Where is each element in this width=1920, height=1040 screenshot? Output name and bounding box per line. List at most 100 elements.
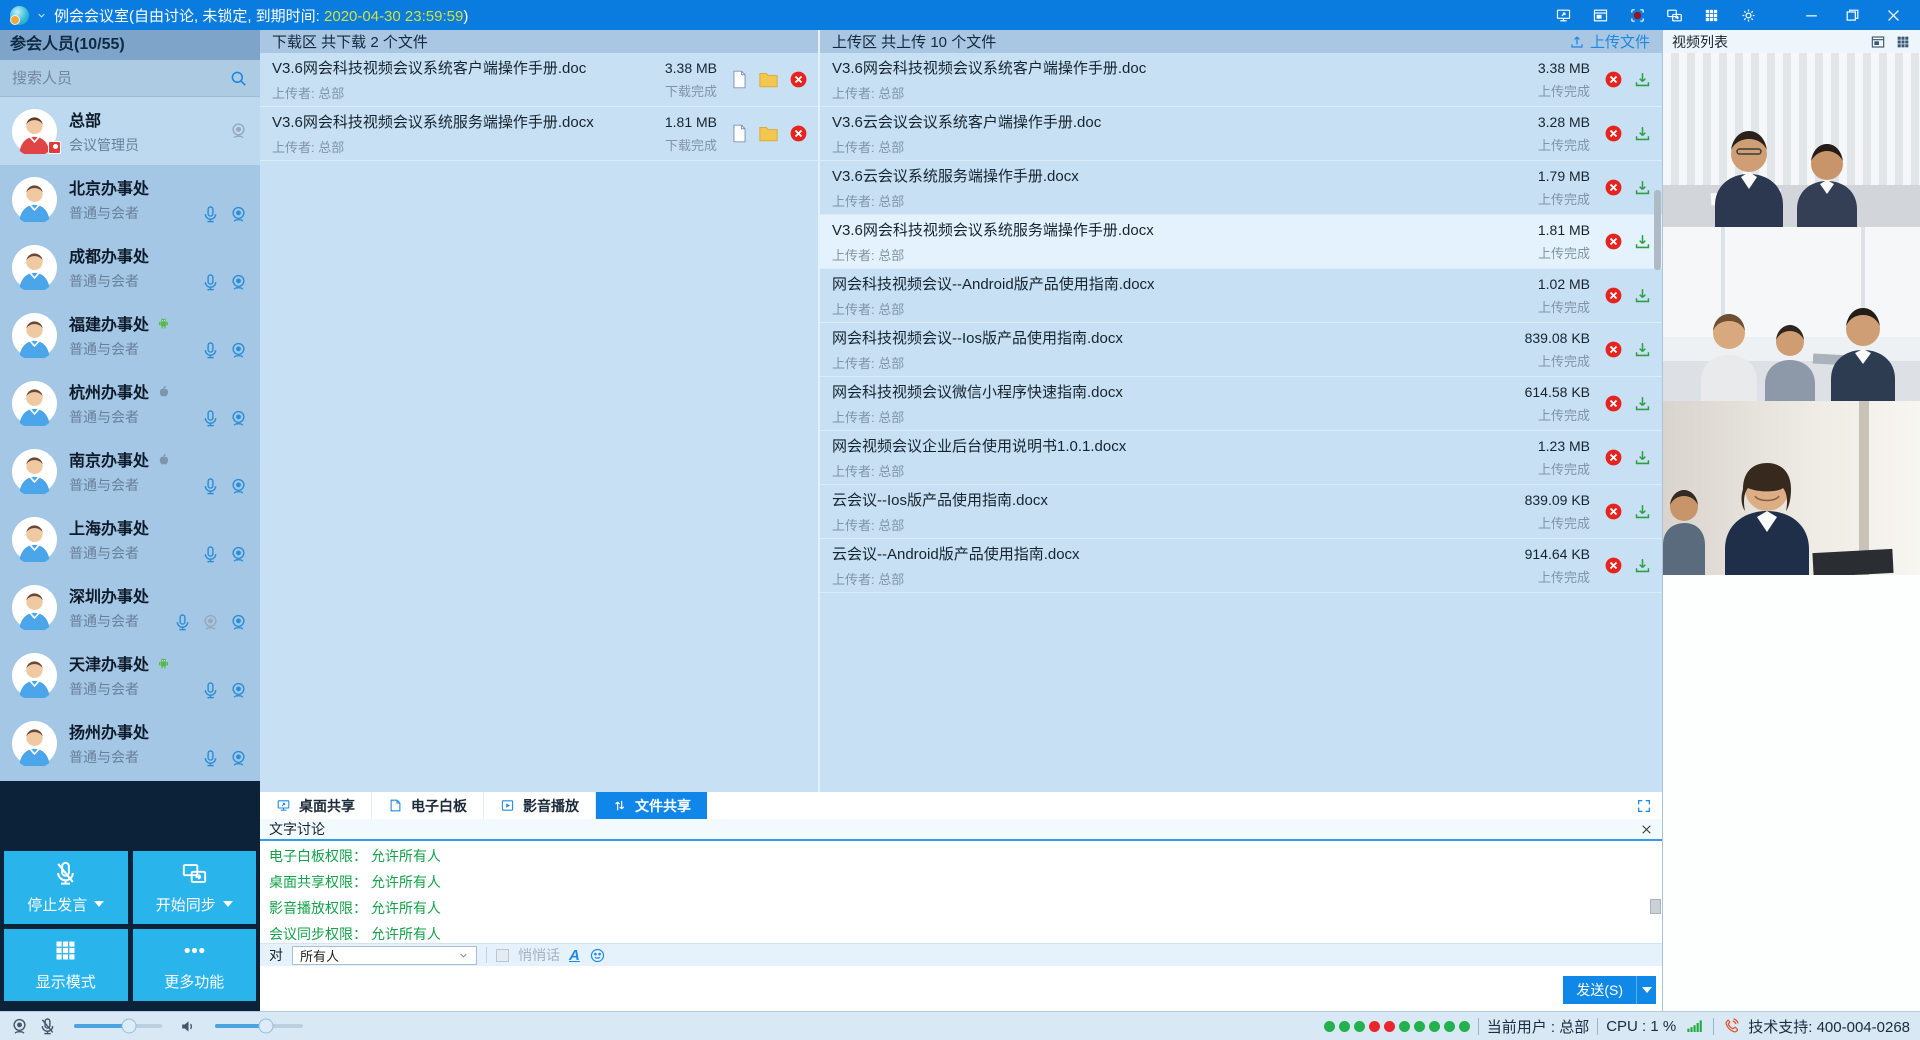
upload-file-row[interactable]: 网会科技视频会议--Ios版产品使用指南.docx上传者: 总部 839.08 …: [820, 323, 1662, 377]
upload-file-row[interactable]: 云会议--Android版产品使用指南.docx上传者: 总部 914.64 K…: [820, 539, 1662, 593]
delete-file-icon[interactable]: [1604, 124, 1623, 143]
participant-row-yangzhou[interactable]: 扬州办事处普通与会者: [0, 709, 260, 777]
download-file-icon[interactable]: [1633, 502, 1652, 521]
download-file-icon[interactable]: [1633, 178, 1652, 197]
delete-file-icon[interactable]: [789, 124, 808, 143]
mic-icon[interactable]: [201, 545, 220, 564]
webcam-icon[interactable]: [229, 681, 248, 700]
stop-speaking-button[interactable]: 停止发言: [4, 851, 128, 924]
webcam-icon[interactable]: [229, 273, 248, 292]
expand-icon[interactable]: [1636, 798, 1652, 814]
tab-media-play[interactable]: 影音播放: [484, 792, 596, 819]
screen-share-icon[interactable]: [1555, 7, 1572, 24]
video-monitor-icon[interactable]: [1870, 34, 1886, 50]
dropdown-arrow-icon[interactable]: [94, 901, 104, 907]
start-sync-button[interactable]: 开始同步: [133, 851, 257, 924]
mic-icon[interactable]: [201, 749, 220, 768]
video-grid-icon[interactable]: [1895, 34, 1911, 50]
delete-file-icon[interactable]: [1604, 340, 1623, 359]
delete-file-icon[interactable]: [1604, 502, 1623, 521]
delete-file-icon[interactable]: [1604, 394, 1623, 413]
minimize-button[interactable]: [1803, 7, 1820, 24]
webcam-icon[interactable]: [229, 545, 248, 564]
speaker-volume-slider[interactable]: [215, 1024, 303, 1028]
download-file-icon[interactable]: [1633, 340, 1652, 359]
upload-file-button[interactable]: 上传文件: [1569, 31, 1650, 52]
recipient-select[interactable]: 所有人: [292, 946, 477, 965]
webcam-icon[interactable]: [229, 477, 248, 496]
webcam-icon[interactable]: [229, 409, 248, 428]
video-thumbnail-2[interactable]: [1663, 227, 1920, 401]
download-file-row[interactable]: V3.6网会科技视频会议系统服务端操作手册.docx上传者: 总部 1.81 M…: [260, 107, 818, 161]
scrollbar-thumb[interactable]: [1650, 899, 1661, 914]
mic-icon[interactable]: [201, 681, 220, 700]
video-thumbnail-1[interactable]: [1663, 53, 1920, 227]
delete-file-icon[interactable]: [789, 70, 808, 89]
mic-muted-icon[interactable]: [38, 1017, 57, 1036]
webcam-off-icon[interactable]: [229, 122, 248, 141]
participant-row-tianjin[interactable]: 天津办事处普通与会者: [0, 641, 260, 709]
window-layout-icon[interactable]: [1592, 7, 1609, 24]
emoji-icon[interactable]: [589, 947, 606, 964]
open-file-icon[interactable]: [731, 70, 748, 89]
mic-icon[interactable]: [201, 273, 220, 292]
participant-row-hq[interactable]: 总部会议管理员: [0, 97, 260, 165]
upload-file-row[interactable]: 网会科技视频会议微信小程序快速指南.docx上传者: 总部 614.58 KB上…: [820, 377, 1662, 431]
participant-row-fujian[interactable]: 福建办事处普通与会者: [0, 301, 260, 369]
download-file-icon[interactable]: [1633, 70, 1652, 89]
mic-icon[interactable]: [201, 409, 220, 428]
participant-row-chengdu[interactable]: 成都办事处普通与会者: [0, 233, 260, 301]
webcam-icon[interactable]: [229, 341, 248, 360]
search-icon[interactable]: [229, 69, 248, 88]
whisper-checkbox[interactable]: [496, 949, 509, 962]
download-file-icon[interactable]: [1633, 394, 1652, 413]
webcam-off-icon[interactable]: [201, 613, 220, 632]
download-file-icon[interactable]: [1633, 448, 1652, 467]
tab-whiteboard[interactable]: 电子白板: [372, 792, 484, 819]
close-icon[interactable]: [1640, 823, 1653, 836]
chat-input-area[interactable]: 发送(S): [260, 966, 1662, 1011]
display-mode-button[interactable]: 显示模式: [4, 929, 128, 1002]
speaker-icon[interactable]: [179, 1017, 198, 1036]
restore-button[interactable]: [1844, 7, 1861, 24]
delete-file-icon[interactable]: [1604, 448, 1623, 467]
mic-icon[interactable]: [201, 477, 220, 496]
tab-file-share[interactable]: 文件共享: [596, 792, 707, 819]
search-input[interactable]: [12, 70, 229, 87]
upload-file-row[interactable]: 网会视频会议企业后台使用说明书1.0.1.docx上传者: 总部 1.23 MB…: [820, 431, 1662, 485]
download-file-icon[interactable]: [1633, 232, 1652, 251]
delete-file-icon[interactable]: [1604, 232, 1623, 251]
dropdown-arrow-icon[interactable]: [223, 901, 233, 907]
download-file-icon[interactable]: [1633, 556, 1652, 575]
download-file-icon[interactable]: [1633, 124, 1652, 143]
send-dropdown-arrow[interactable]: [1636, 976, 1656, 1004]
open-folder-icon[interactable]: [758, 70, 779, 89]
webcam-icon[interactable]: [229, 613, 248, 632]
font-color-button[interactable]: A: [569, 947, 580, 964]
participant-row-hangzhou[interactable]: 杭州办事处普通与会者: [0, 369, 260, 437]
delete-file-icon[interactable]: [1604, 70, 1623, 89]
scrollbar-thumb[interactable]: [1654, 190, 1661, 270]
webcam-icon[interactable]: [10, 1017, 29, 1036]
tab-desktop-share[interactable]: 桌面共享: [260, 792, 372, 819]
upload-file-row[interactable]: V3.6云会议系统服务端操作手册.docx上传者: 总部 1.79 MB上传完成: [820, 161, 1662, 215]
mic-icon[interactable]: [173, 613, 192, 632]
upload-file-row[interactable]: 网会科技视频会议--Android版产品使用指南.docx上传者: 总部 1.0…: [820, 269, 1662, 323]
upload-file-row[interactable]: 云会议--Ios版产品使用指南.docx上传者: 总部 839.09 KB上传完…: [820, 485, 1662, 539]
mic-icon[interactable]: [201, 341, 220, 360]
participant-row-shenzhen[interactable]: 深圳办事处普通与会者: [0, 573, 260, 641]
search-box[interactable]: [0, 60, 260, 97]
participant-row-nanjing[interactable]: 南京办事处普通与会者: [0, 437, 260, 505]
participant-row-beijing[interactable]: 北京办事处普通与会者: [0, 165, 260, 233]
webcam-icon[interactable]: [229, 749, 248, 768]
webcam-icon[interactable]: [229, 205, 248, 224]
upload-file-row[interactable]: V3.6网会科技视频会议系统客户端操作手册.doc上传者: 总部 3.38 MB…: [820, 53, 1662, 107]
more-features-button[interactable]: 更多功能: [133, 929, 257, 1002]
upload-file-row[interactable]: V3.6云会议会议系统客户端操作手册.doc上传者: 总部 3.28 MB上传完…: [820, 107, 1662, 161]
settings-gear-icon[interactable]: [1740, 7, 1757, 24]
send-button[interactable]: 发送(S): [1563, 976, 1656, 1004]
mic-volume-slider[interactable]: [74, 1024, 162, 1028]
participant-row-shanghai[interactable]: 上海办事处普通与会者: [0, 505, 260, 573]
grid-view-icon[interactable]: [1703, 7, 1720, 24]
delete-file-icon[interactable]: [1604, 556, 1623, 575]
